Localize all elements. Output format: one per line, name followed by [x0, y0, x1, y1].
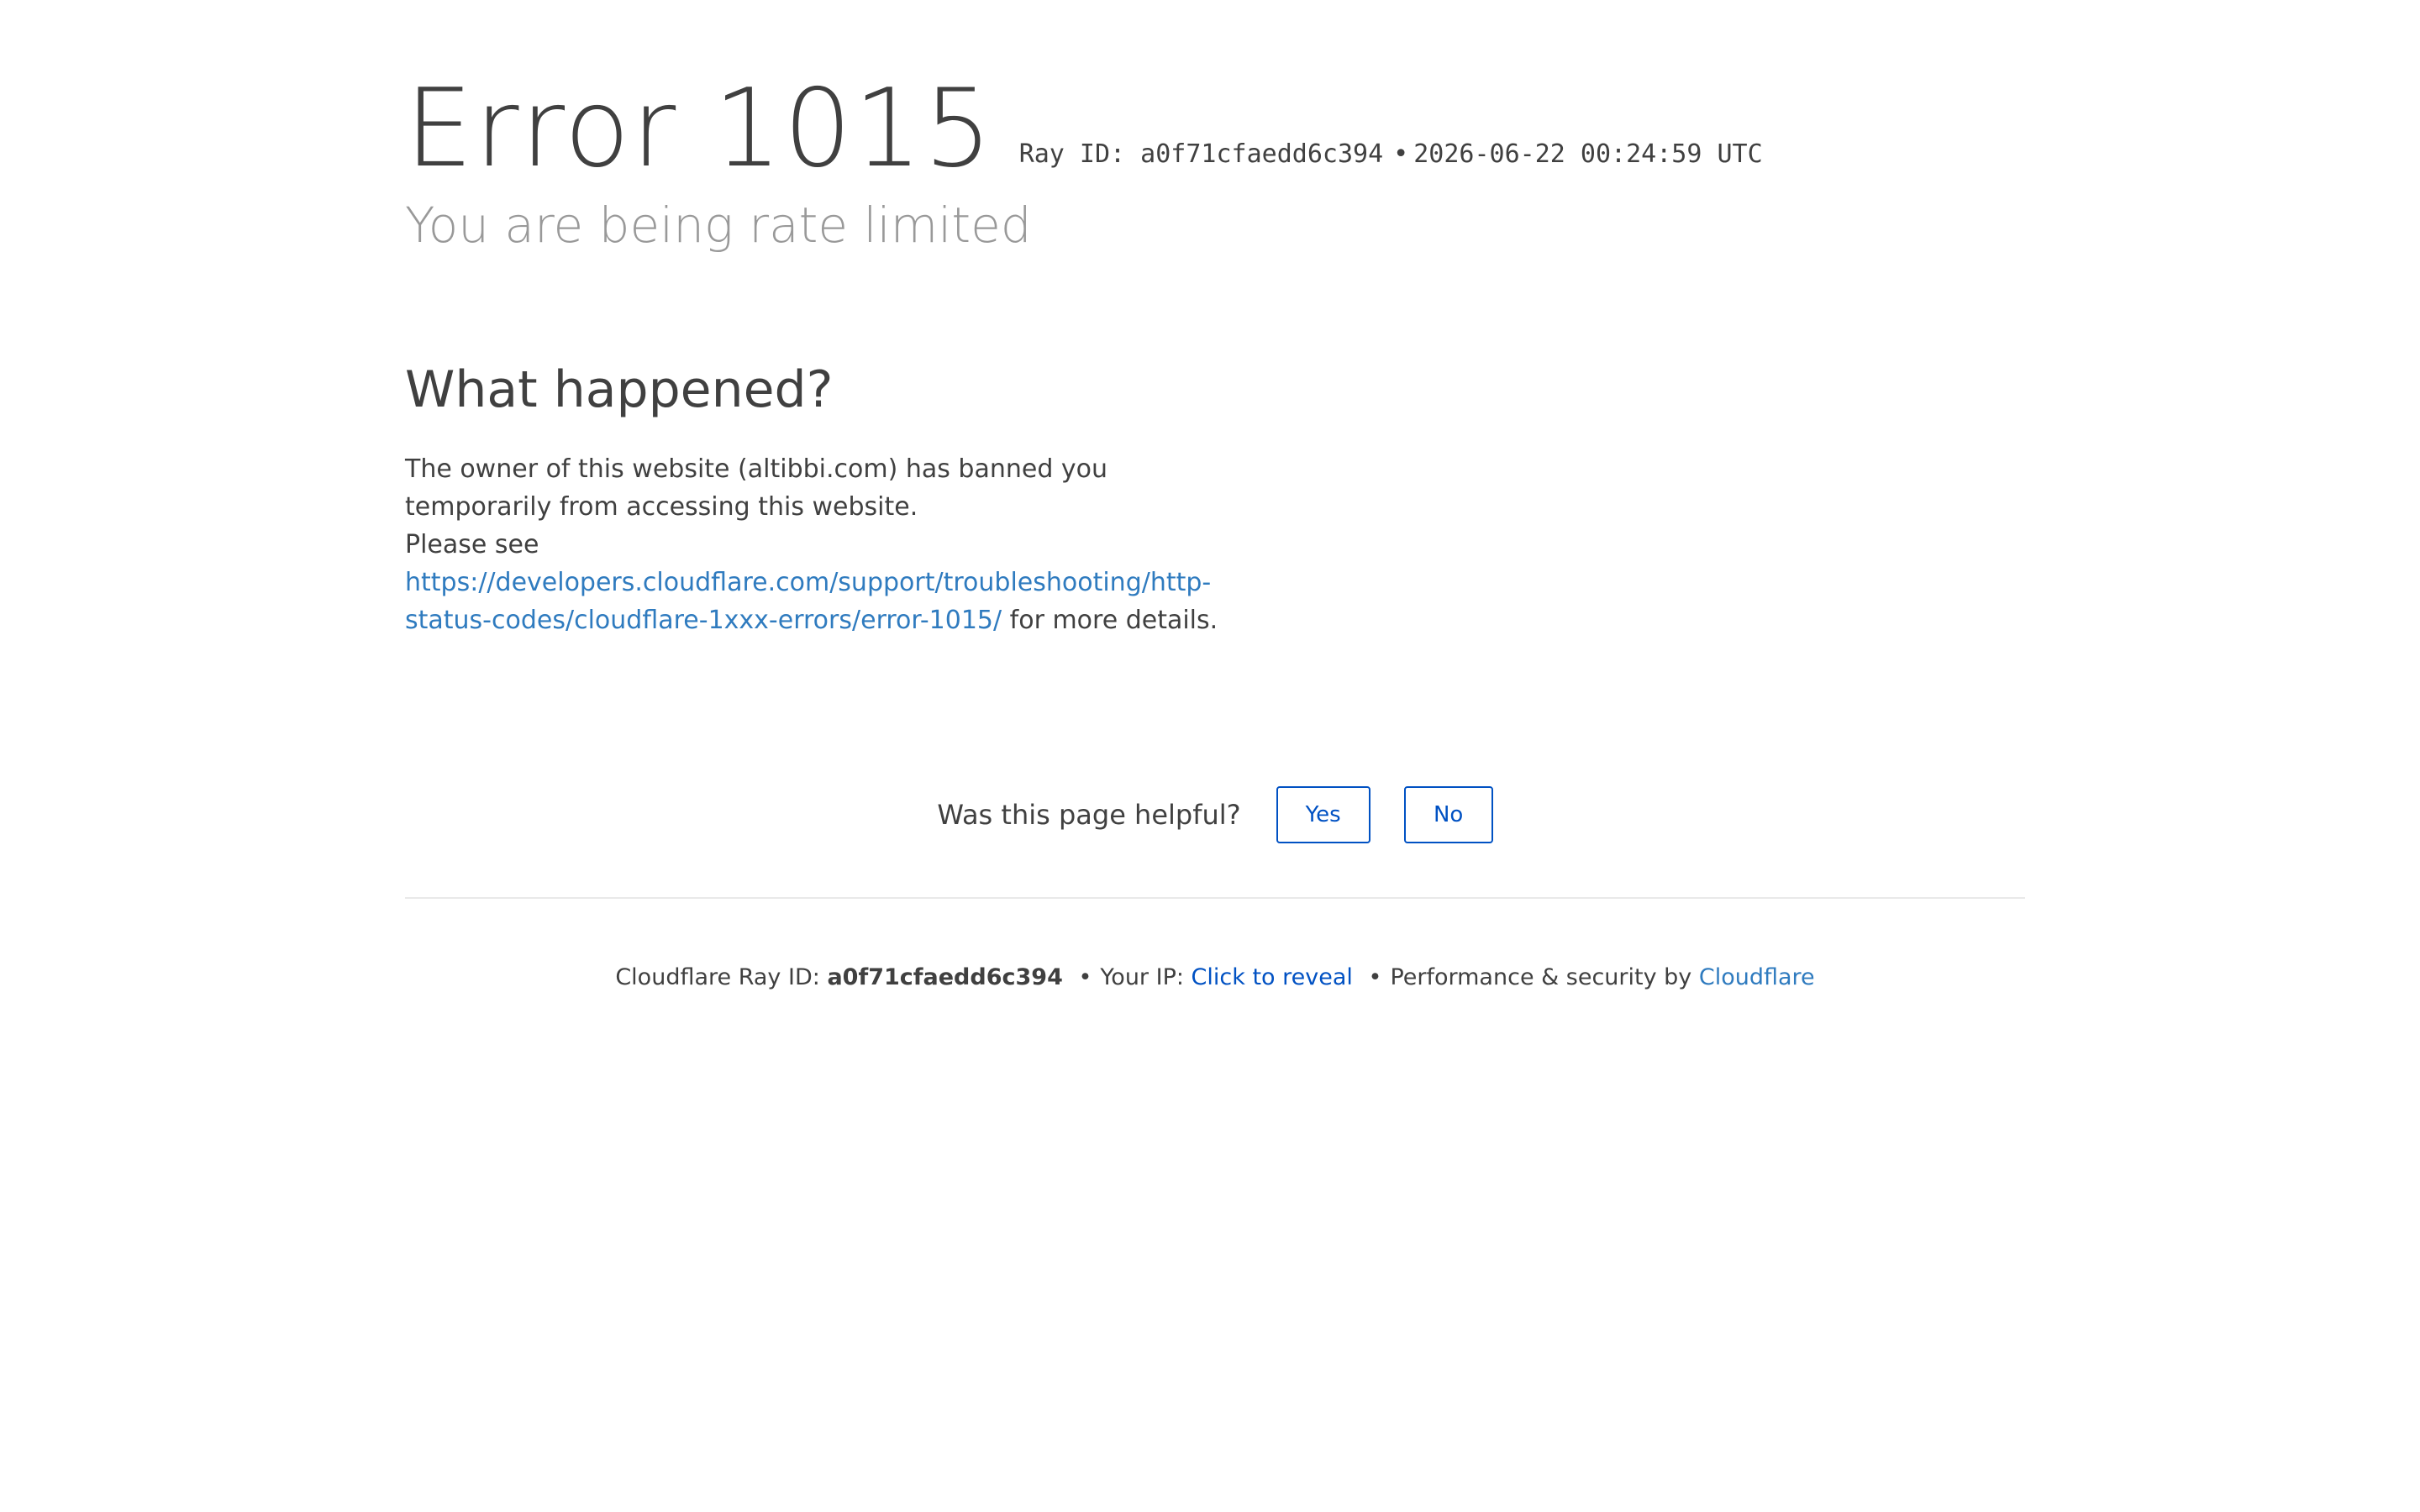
feedback-question: Was this page helpful?: [937, 799, 1241, 831]
reveal-ip-button[interactable]: Click to reveal: [1192, 964, 1353, 990]
footer-ray-id: a0f71cfaedd6c394: [827, 964, 1063, 990]
cloudflare-link[interactable]: Cloudflare: [1699, 964, 1815, 990]
error-subtitle: You are being rate limited: [405, 197, 1032, 254]
feedback-no-button[interactable]: No: [1403, 786, 1493, 843]
footer-ip-prefix: Your IP:: [1100, 964, 1184, 990]
please-see-text: Please see: [405, 530, 539, 559]
more-details-text: for more details.: [1009, 606, 1218, 635]
footer-separator: •: [1078, 964, 1092, 990]
error-title: Error 1015: [405, 66, 994, 192]
ray-bullet: •: [1393, 139, 1409, 169]
footer: Cloudflare Ray ID: a0f71cfaedd6c394 • You…: [405, 961, 2025, 995]
footer-perf-prefix: Performance & security by: [1390, 964, 1692, 990]
footer-separator: •: [1368, 964, 1382, 990]
what-happened-text: The owner of this website (altibbi.com) …: [405, 450, 1228, 639]
ray-id-label: Ray ID: a0f71cfaedd6c394: [1018, 139, 1384, 169]
ban-explanation: The owner of this website (altibbi.com) …: [405, 454, 1108, 522]
what-happened-heading: What happened?: [405, 360, 834, 419]
ray-meta: Ray ID: a0f71cfaedd6c394 • 2026-06-22 00:2…: [1019, 139, 1763, 169]
error-timestamp: 2026-06-22 00:24:59 UTC: [1413, 139, 1763, 169]
footer-ray-prefix: Cloudflare Ray ID:: [615, 964, 820, 990]
footer-divider: [405, 897, 2025, 899]
error-headline: Error 1015 Ray ID: a0f71cfaedd6c394 • 2026…: [405, 71, 1763, 188]
feedback-bar: Was this page helpful? Yes No: [405, 786, 2025, 843]
feedback-yes-button[interactable]: Yes: [1276, 786, 1370, 843]
